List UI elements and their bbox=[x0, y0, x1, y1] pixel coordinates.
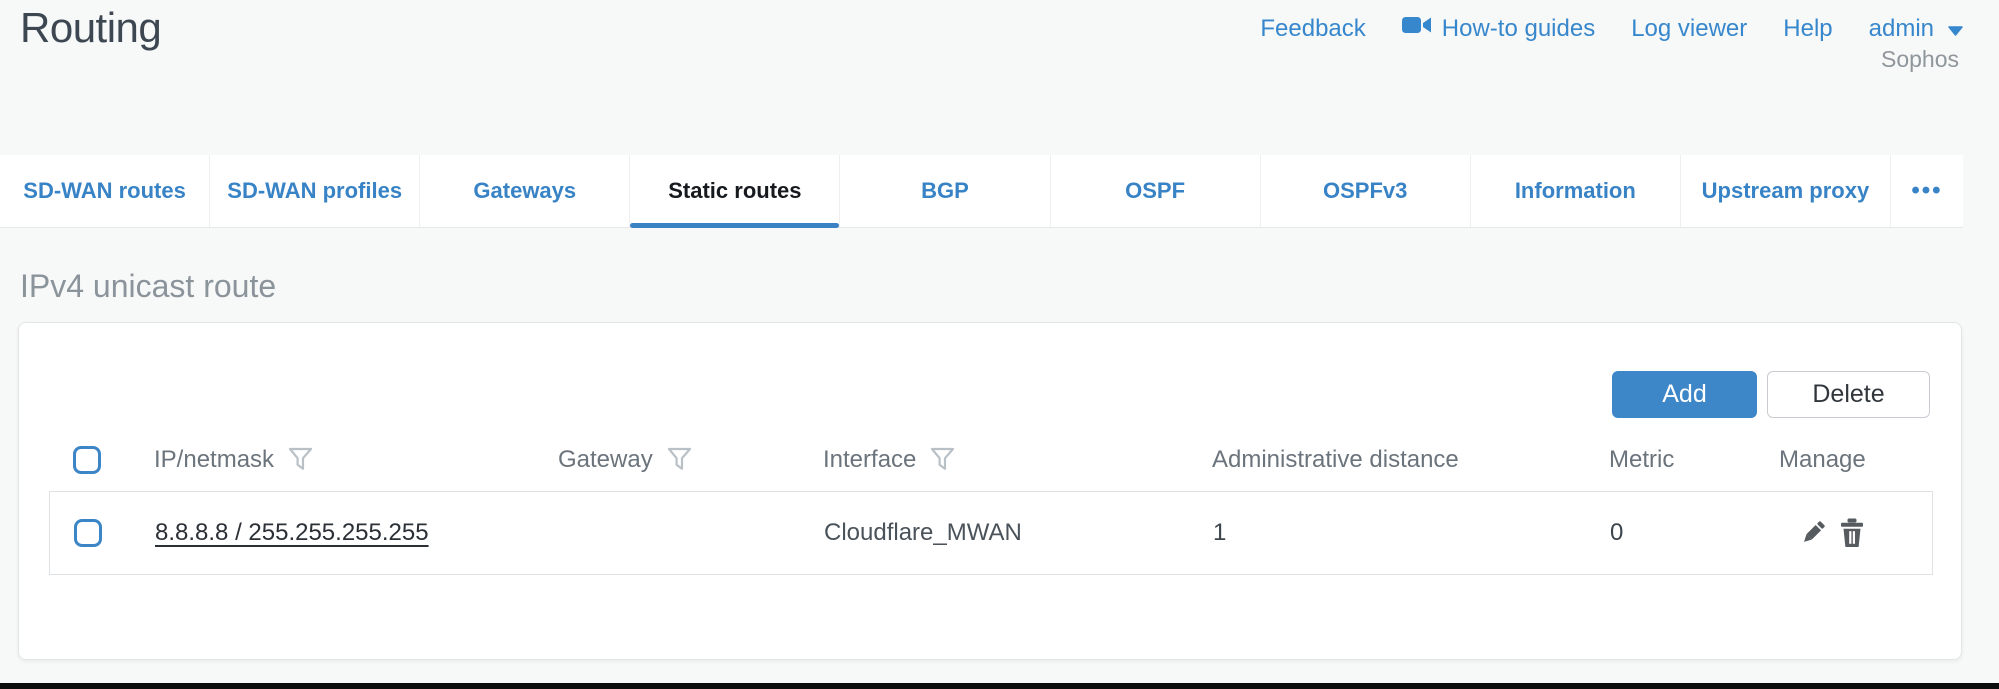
col-header-manage: Manage bbox=[1779, 446, 1866, 474]
chevron-down-icon bbox=[1948, 15, 1963, 43]
tab-sdwan-profiles[interactable]: SD-WAN profiles bbox=[209, 155, 419, 227]
admin-menu[interactable]: admin bbox=[1869, 15, 1963, 43]
ip-netmask-link[interactable]: 8.8.8.8 / 255.255.255.255 bbox=[155, 519, 429, 546]
video-camera-icon bbox=[1402, 14, 1432, 43]
tab-information[interactable]: Information bbox=[1470, 155, 1680, 227]
select-all-checkbox[interactable] bbox=[73, 446, 101, 474]
ellipsis-icon: ••• bbox=[1911, 177, 1942, 205]
col-header-interface: Interface bbox=[823, 446, 916, 474]
tab-ospf[interactable]: OSPF bbox=[1050, 155, 1260, 227]
howto-guides-label: How-to guides bbox=[1442, 15, 1595, 43]
table-toolbar: Add Delete bbox=[1612, 371, 1930, 418]
col-header-metric: Metric bbox=[1609, 446, 1674, 474]
metric-cell: 0 bbox=[1610, 519, 1780, 547]
help-label: Help bbox=[1783, 15, 1832, 43]
brand-label: Sophos bbox=[1881, 46, 1959, 73]
log-viewer-link[interactable]: Log viewer bbox=[1631, 15, 1747, 43]
screen-edge-bar bbox=[0, 683, 1999, 689]
static-routes-table: IP/netmask Gateway Interface bbox=[49, 437, 1933, 575]
log-viewer-label: Log viewer bbox=[1631, 15, 1747, 43]
delete-button[interactable]: Delete bbox=[1767, 371, 1930, 418]
section-heading: IPv4 unicast route bbox=[20, 268, 276, 305]
help-link[interactable]: Help bbox=[1783, 15, 1832, 43]
col-header-admin-distance: Administrative distance bbox=[1212, 446, 1459, 474]
tab-static-routes[interactable]: Static routes bbox=[629, 155, 839, 227]
tab-gateways[interactable]: Gateways bbox=[419, 155, 629, 227]
routing-page: Routing Feedback How-to guides Log viewe… bbox=[0, 0, 1999, 689]
feedback-label: Feedback bbox=[1260, 15, 1365, 43]
feedback-link[interactable]: Feedback bbox=[1260, 15, 1365, 43]
col-header-gateway: Gateway bbox=[558, 446, 653, 474]
filter-icon[interactable] bbox=[930, 447, 955, 474]
edit-pencil-icon[interactable] bbox=[1798, 518, 1828, 548]
manage-cell bbox=[1780, 518, 1934, 548]
table-header-row: IP/netmask Gateway Interface bbox=[49, 437, 1933, 483]
row-checkbox[interactable] bbox=[74, 519, 102, 547]
trash-icon[interactable] bbox=[1838, 518, 1866, 548]
add-button[interactable]: Add bbox=[1612, 371, 1757, 418]
page-title: Routing bbox=[20, 4, 161, 52]
admin-distance-cell: 1 bbox=[1213, 519, 1610, 547]
tab-ospfv3[interactable]: OSPFv3 bbox=[1260, 155, 1470, 227]
filter-icon[interactable] bbox=[288, 447, 313, 474]
tab-sdwan-routes[interactable]: SD-WAN routes bbox=[0, 155, 209, 227]
howto-guides-link[interactable]: How-to guides bbox=[1402, 14, 1595, 43]
admin-label: admin bbox=[1869, 15, 1934, 43]
col-header-ip-netmask: IP/netmask bbox=[154, 446, 274, 474]
filter-icon[interactable] bbox=[667, 447, 692, 474]
interface-cell: Cloudflare_MWAN bbox=[824, 519, 1213, 547]
top-nav: Feedback How-to guides Log viewer Help a… bbox=[1260, 14, 1963, 43]
tab-overflow-menu[interactable]: ••• bbox=[1890, 155, 1963, 227]
tab-bgp[interactable]: BGP bbox=[839, 155, 1049, 227]
tab-upstream-proxy[interactable]: Upstream proxy bbox=[1680, 155, 1890, 227]
table-row: 8.8.8.8 / 255.255.255.255 Cloudflare_MWA… bbox=[49, 491, 1933, 575]
ipv4-unicast-route-card: Add Delete IP/netmask Gateway bbox=[18, 322, 1962, 660]
tab-bar: SD-WAN routes SD-WAN profiles Gateways S… bbox=[0, 155, 1963, 228]
active-tab-underline bbox=[630, 223, 839, 228]
